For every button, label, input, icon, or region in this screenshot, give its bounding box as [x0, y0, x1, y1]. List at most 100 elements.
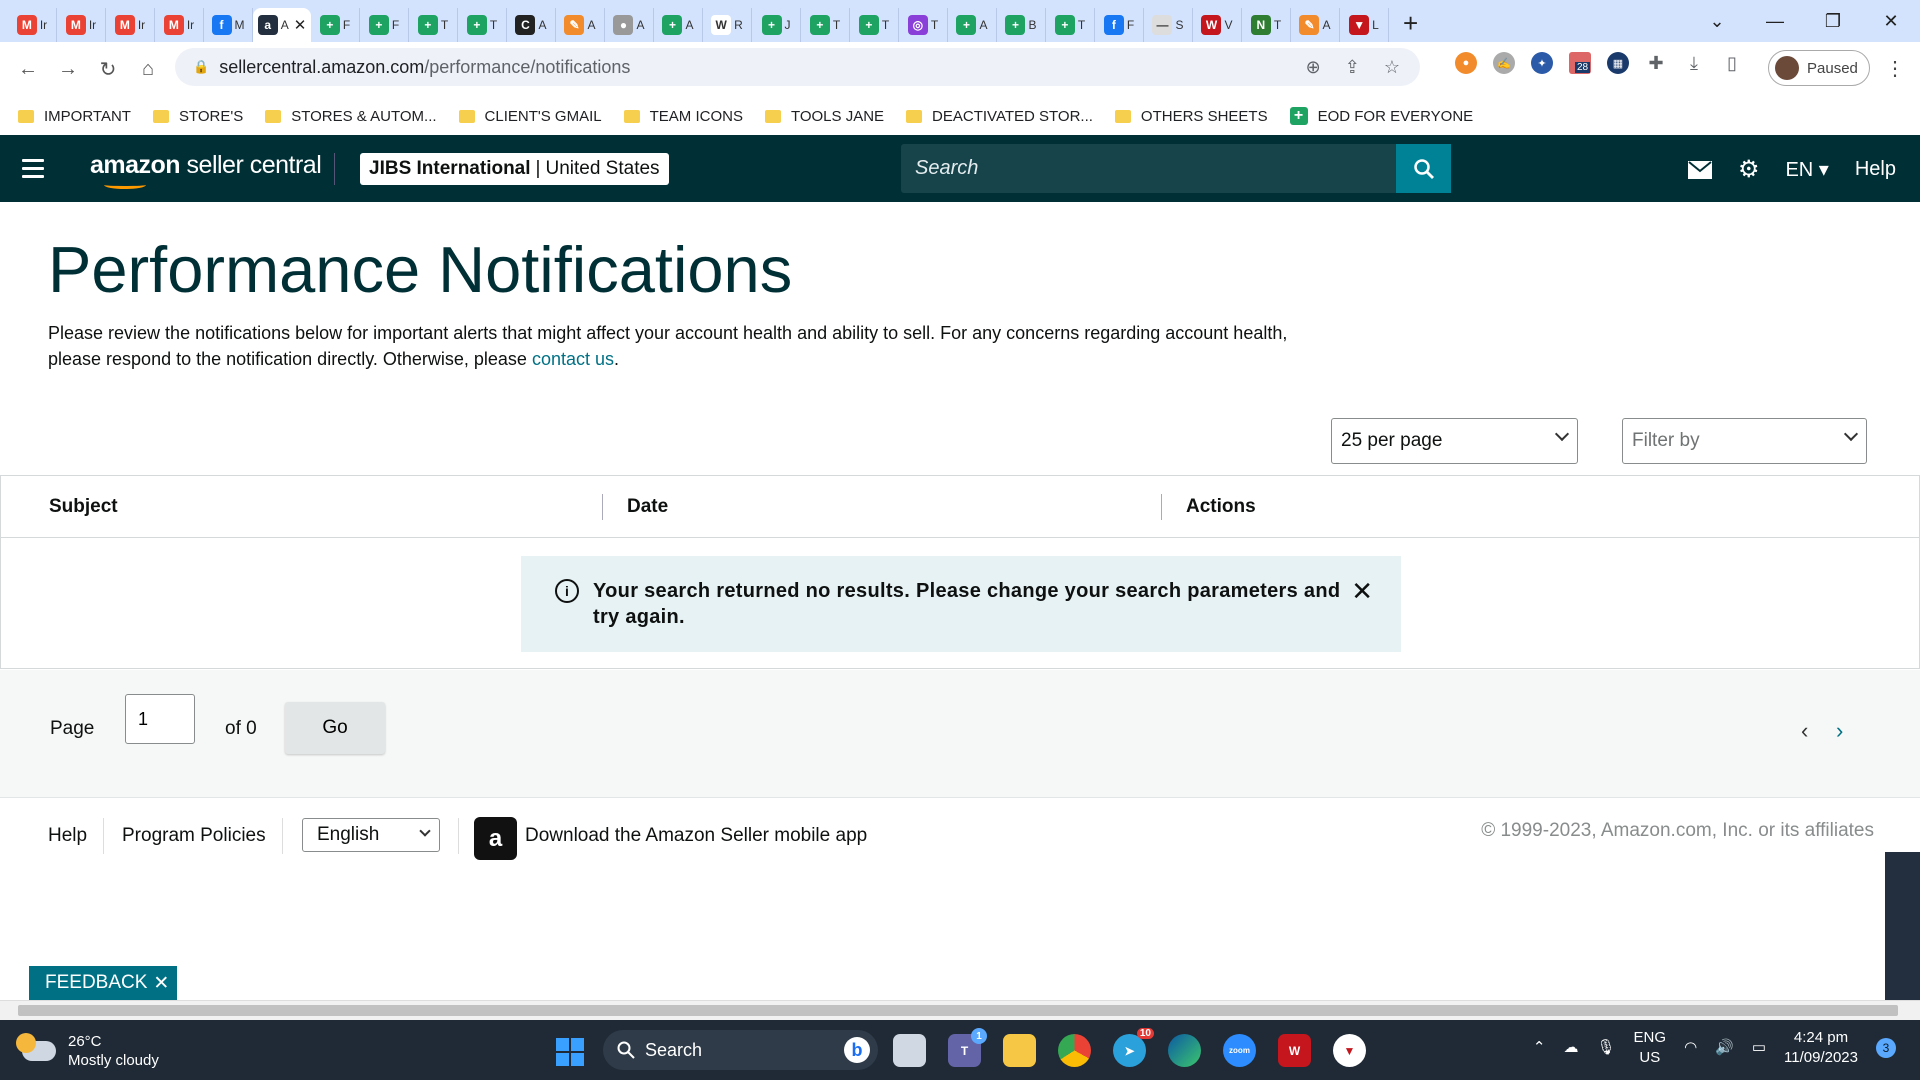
- restore-icon[interactable]: ❐: [1804, 11, 1862, 32]
- chrome-icon[interactable]: [1058, 1034, 1091, 1067]
- bookmark-item[interactable]: TEAM ICONS: [623, 108, 743, 125]
- volume-icon[interactable]: 🔊: [1715, 1038, 1734, 1058]
- amazon-app-icon[interactable]: a: [474, 817, 517, 860]
- chevron-left-icon[interactable]: ‹: [1801, 718, 1808, 744]
- browser-tab[interactable]: fM: [204, 8, 253, 42]
- browser-tab[interactable]: + T: [850, 8, 899, 42]
- search-icon[interactable]: [1396, 144, 1451, 193]
- extension-sign-icon[interactable]: ✍: [1493, 52, 1515, 74]
- extension-calendar-icon[interactable]: 28: [1569, 52, 1591, 74]
- edge-icon[interactable]: [1168, 1034, 1201, 1067]
- browser-tab[interactable]: + A: [654, 8, 703, 42]
- windows-start-icon[interactable]: [556, 1038, 584, 1066]
- footer-help-link[interactable]: Help: [48, 825, 87, 847]
- browser-tab[interactable]: + F: [360, 8, 409, 42]
- clock[interactable]: 4:24 pm 11/09/2023: [1784, 1028, 1858, 1068]
- store-switcher[interactable]: JIBS International | United States: [360, 153, 669, 185]
- browser-tab[interactable]: ◎ T: [899, 8, 948, 42]
- per-page-select[interactable]: 25 per page: [1331, 418, 1578, 464]
- side-panel-icon[interactable]: ▯: [1721, 52, 1743, 74]
- download-icon[interactable]: ⤓: [1683, 52, 1705, 74]
- back-icon[interactable]: ←: [8, 58, 48, 81]
- forward-icon[interactable]: →: [48, 58, 88, 81]
- browser-tab[interactable]: NT: [1242, 8, 1291, 42]
- battery-icon[interactable]: ▭: [1752, 1038, 1766, 1058]
- browser-tab[interactable]: ● A: [605, 8, 654, 42]
- notification-count[interactable]: 3: [1876, 1038, 1896, 1058]
- bookmark-item[interactable]: DEACTIVATED STOR...: [906, 108, 1093, 125]
- onedrive-cloud-icon[interactable]: ☁: [1564, 1038, 1579, 1058]
- program-policies-link[interactable]: Program Policies: [122, 825, 266, 847]
- weather-widget[interactable]: 26°C Mostly cloudy: [16, 1032, 159, 1070]
- browser-tab[interactable]: M Ir: [8, 8, 57, 42]
- file-explorer-icon[interactable]: [1003, 1034, 1036, 1067]
- bookmark-item[interactable]: + EOD FOR EVERYONE: [1289, 107, 1473, 125]
- chevron-right-icon[interactable]: ›: [1836, 718, 1843, 744]
- browser-tab[interactable]: + J: [752, 8, 801, 42]
- browser-tab[interactable]: + T: [801, 8, 850, 42]
- column-subject[interactable]: Subject: [49, 496, 118, 518]
- teams-icon[interactable]: T1: [948, 1028, 987, 1067]
- scrollbar-thumb[interactable]: [18, 1005, 1898, 1016]
- seller-central-logo[interactable]: amazon seller central: [90, 151, 322, 189]
- browser-tab[interactable]: + B: [997, 8, 1046, 42]
- telegram-icon[interactable]: ➤ 10: [1113, 1028, 1154, 1067]
- side-widget[interactable]: [1885, 852, 1920, 1014]
- extension-grid-icon[interactable]: ▦: [1607, 52, 1629, 74]
- browser-tab[interactable]: WR: [703, 8, 752, 42]
- task-view-icon[interactable]: [893, 1034, 926, 1067]
- chevron-up-icon[interactable]: ⌃: [1533, 1038, 1546, 1058]
- help-link[interactable]: Help: [1855, 158, 1896, 181]
- browser-tab[interactable]: + T: [1046, 8, 1095, 42]
- minimize-icon[interactable]: —: [1746, 11, 1804, 32]
- browser-tab[interactable]: ✎ A: [556, 8, 605, 42]
- browser-tab[interactable]: ▼ L: [1340, 8, 1389, 42]
- language-selector[interactable]: EN ▾: [1785, 157, 1828, 182]
- bookmark-item[interactable]: TOOLS JANE: [764, 108, 884, 125]
- horizontal-scrollbar[interactable]: [0, 1000, 1920, 1020]
- profile-button[interactable]: Paused: [1768, 50, 1870, 86]
- page-number-input[interactable]: [125, 694, 195, 744]
- browser-tab[interactable]: + T: [458, 8, 507, 42]
- browser-menu-icon[interactable]: ⋮: [1885, 56, 1905, 81]
- input-language[interactable]: ENG US: [1634, 1028, 1667, 1068]
- contact-us-link[interactable]: contact us: [532, 349, 614, 369]
- hamburger-menu-icon[interactable]: [22, 159, 44, 183]
- extensions-puzzle-icon[interactable]: ✚: [1645, 52, 1667, 74]
- bookmark-star-icon[interactable]: ☆: [1384, 57, 1400, 78]
- feedback-button[interactable]: FEEDBACK ✕: [29, 966, 178, 1000]
- browser-tab[interactable]: M Ir: [57, 8, 106, 42]
- reload-icon[interactable]: ↻: [88, 57, 128, 82]
- extension-blue-icon[interactable]: ✦: [1531, 52, 1553, 74]
- browser-tab[interactable]: a A ✕: [253, 8, 311, 42]
- vpn-icon[interactable]: ▼: [1333, 1034, 1366, 1067]
- download-app-link[interactable]: Download the Amazon Seller mobile app: [525, 825, 867, 847]
- browser-tab[interactable]: M Ir: [155, 8, 204, 42]
- url-field[interactable]: 🔒 sellercentral.amazon.com/performance/n…: [175, 48, 1420, 86]
- extension-orange-icon[interactable]: ●: [1455, 52, 1477, 74]
- bing-icon[interactable]: b: [844, 1037, 870, 1063]
- taskbar-search[interactable]: Search b: [603, 1030, 878, 1070]
- bookmark-item[interactable]: CLIENT'S GMAIL: [458, 108, 602, 125]
- settings-gear-icon[interactable]: ⚙: [1738, 155, 1760, 184]
- seller-search-input[interactable]: [901, 157, 1396, 180]
- share-icon[interactable]: ⇪: [1345, 57, 1360, 78]
- bookmark-item[interactable]: IMPORTANT: [18, 108, 131, 125]
- browser-tab[interactable]: CA: [507, 8, 556, 42]
- close-window-icon[interactable]: ✕: [1862, 11, 1920, 32]
- wifi-icon[interactable]: ◠: [1684, 1038, 1697, 1058]
- column-date[interactable]: Date: [627, 496, 668, 518]
- browser-tab[interactable]: M Ir: [106, 8, 155, 42]
- footer-language-select[interactable]: English: [302, 818, 440, 852]
- messages-mail-icon[interactable]: [1687, 160, 1712, 179]
- bookmark-item[interactable]: OTHERS SHEETS: [1114, 108, 1268, 125]
- close-icon[interactable]: ✕: [153, 972, 169, 995]
- browser-tab[interactable]: ✎ A: [1291, 8, 1340, 42]
- home-icon[interactable]: ⌂: [128, 58, 168, 81]
- tab-search-icon[interactable]: ⌄: [1688, 11, 1746, 32]
- tab-close-icon[interactable]: ✕: [294, 16, 307, 34]
- browser-tab[interactable]: + T: [409, 8, 458, 42]
- zoom-icon[interactable]: zoom: [1223, 1034, 1256, 1067]
- new-tab-icon[interactable]: +: [1403, 8, 1418, 39]
- browser-tab[interactable]: — S: [1144, 8, 1193, 42]
